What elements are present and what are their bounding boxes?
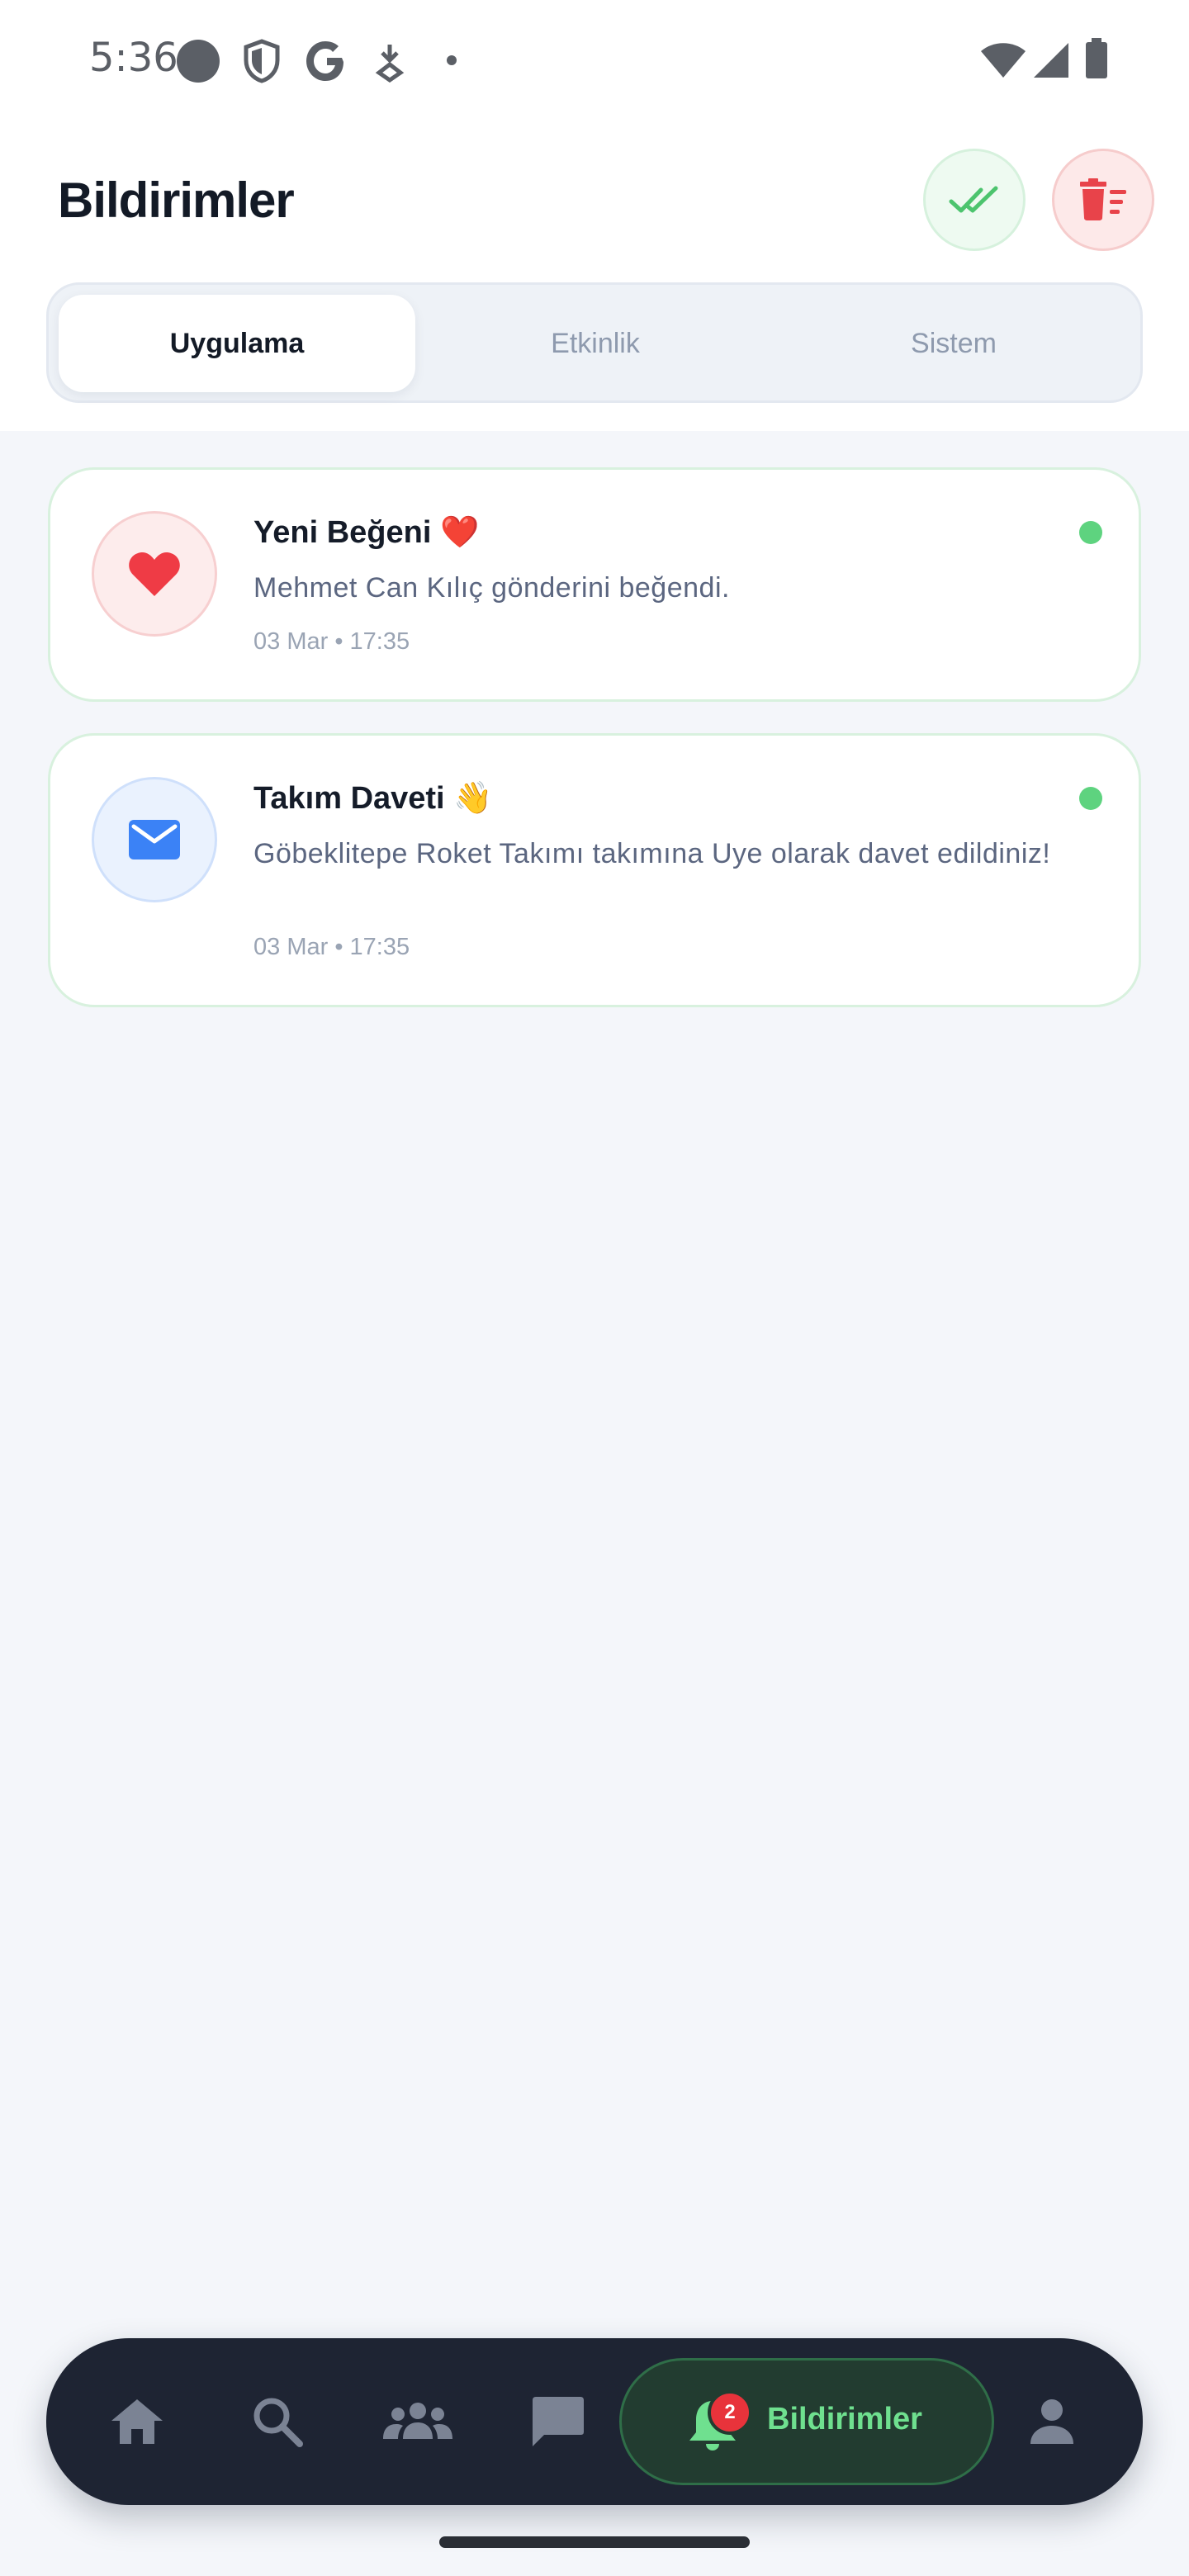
header: Bildirimler Uygulama Etkinlik Sistem [0,116,1189,431]
notification-time: 03 Mar • 17:35 [253,628,410,655]
home-indicator[interactable] [439,2536,750,2548]
unread-dot [1079,521,1102,544]
record-dot-icon [177,40,220,83]
home-icon [111,2399,163,2444]
status-time: 5:36 [89,35,178,81]
nav-notifications[interactable]: 2 Bildirimler [619,2358,994,2485]
trash-list-icon [1080,178,1126,220]
status-bar: 5:36 [0,0,1189,116]
battery-icon [1086,38,1107,78]
tab-etkinlik[interactable]: Etkinlik [417,295,774,392]
person-icon [1030,2399,1073,2444]
heart-icon [129,552,180,596]
notification-title: Takım Daveti 👋 [253,781,493,816]
invite-avatar [92,777,217,902]
shield-icon [244,39,280,83]
signal-icon [1034,43,1068,78]
notification-item[interactable]: Takım Daveti 👋 Göbeklitepe Roket Takımı … [48,733,1141,1007]
tab-uygulama[interactable]: Uygulama [59,295,415,392]
nav-home[interactable] [96,2380,178,2463]
chat-icon [533,2397,584,2446]
dot-icon [447,55,457,65]
bottom-nav: 2 Bildirimler [46,2338,1143,2505]
notification-title: Yeni Beğeni ❤️ [253,515,480,550]
notification-badge: 2 [708,2390,752,2435]
people-icon [383,2403,452,2439]
notification-time: 03 Mar • 17:35 [253,934,410,960]
google-icon [306,41,343,81]
double-check-icon [949,186,998,213]
nav-active-label: Bildirimler [767,2402,922,2436]
download-icon [375,45,405,83]
notification-message: Mehmet Can Kılıç gönderini beğendi. [253,572,730,604]
notification-item[interactable]: Yeni Beğeni ❤️ Mehmet Can Kılıç gönderin… [48,467,1141,702]
notification-message: Göbeklitepe Roket Takımı takımına Uye ol… [253,838,1051,869]
mark-all-read-button[interactable] [923,149,1026,251]
search-icon [253,2398,303,2447]
notification-tabs: Uygulama Etkinlik Sistem [46,282,1143,403]
tab-sistem[interactable]: Sistem [775,295,1132,392]
clear-all-button[interactable] [1052,149,1154,251]
nav-messages[interactable] [517,2380,599,2463]
nav-profile[interactable] [1011,2380,1093,2463]
nav-teams[interactable] [377,2380,459,2463]
page-title: Bildirimler [58,173,295,228]
mail-icon [129,820,180,859]
nav-search[interactable] [236,2380,319,2463]
wifi-icon [981,43,1026,78]
like-avatar [92,511,217,637]
unread-dot [1079,787,1102,810]
